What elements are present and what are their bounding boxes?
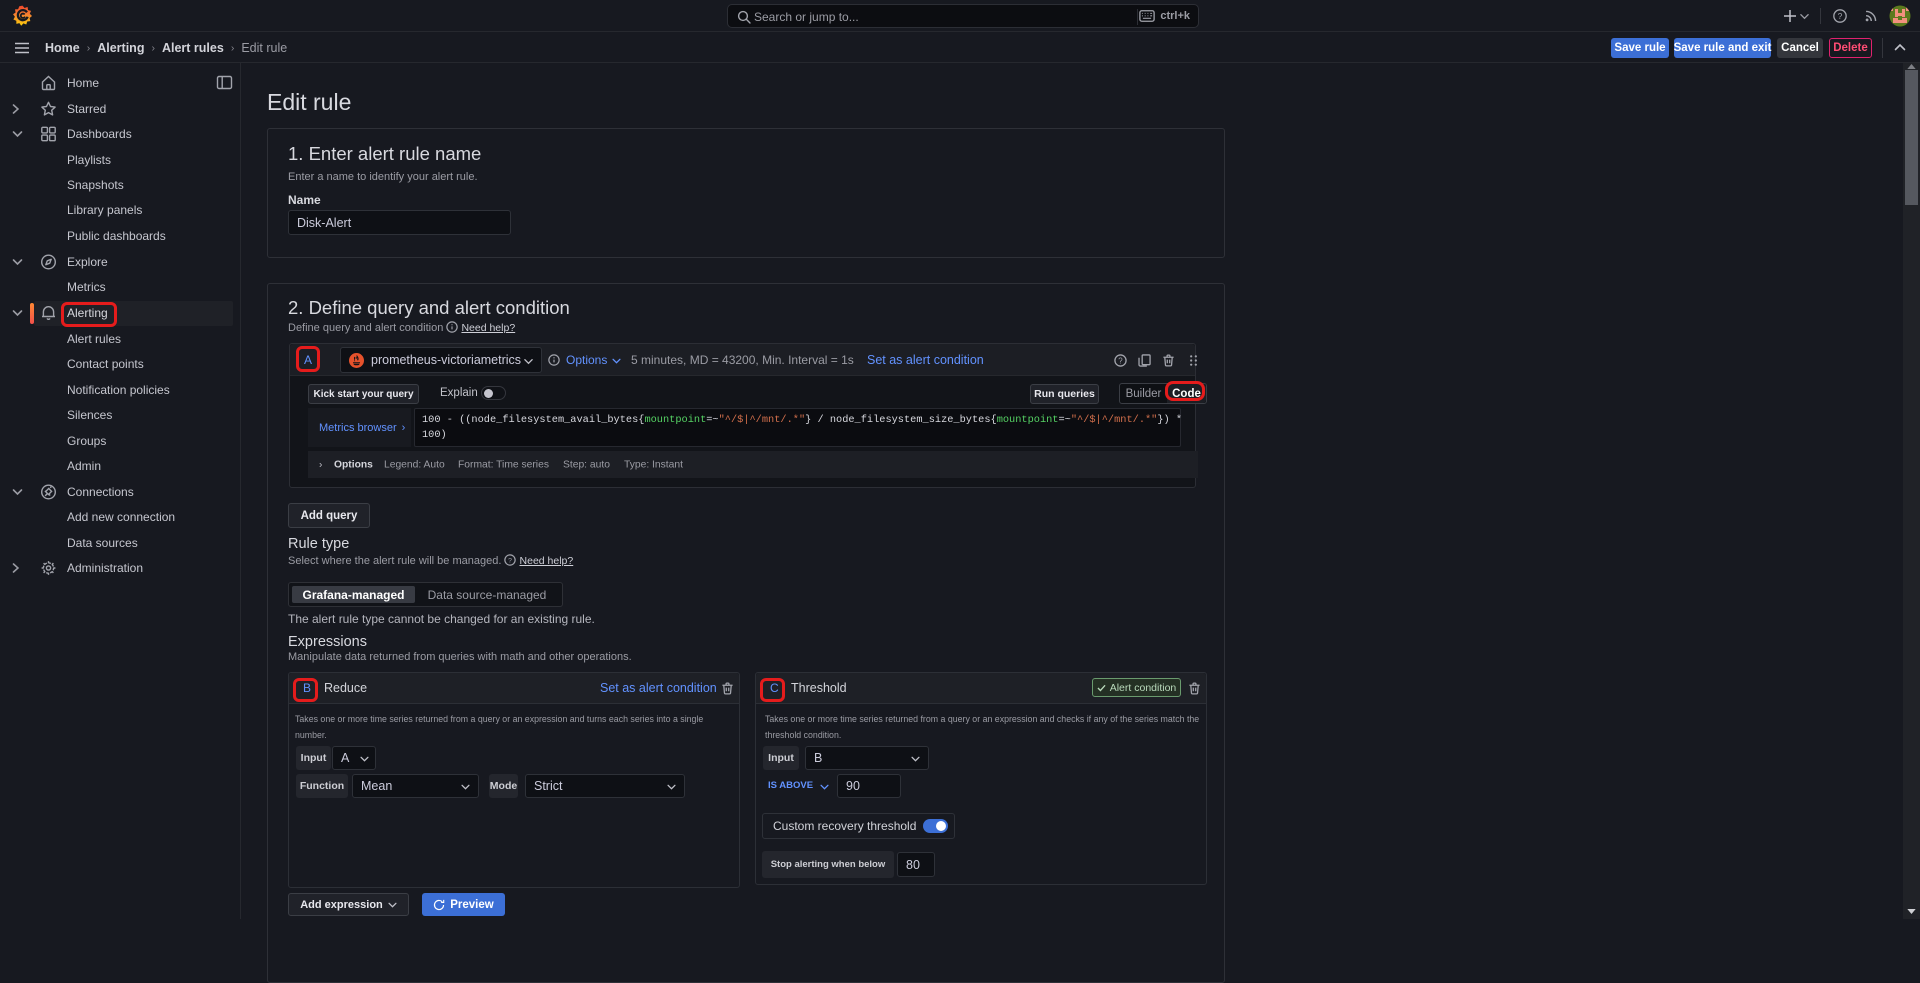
svg-text:?: ? (1838, 11, 1843, 21)
svg-text:?: ? (509, 558, 513, 565)
svg-text:?: ? (1118, 356, 1123, 365)
